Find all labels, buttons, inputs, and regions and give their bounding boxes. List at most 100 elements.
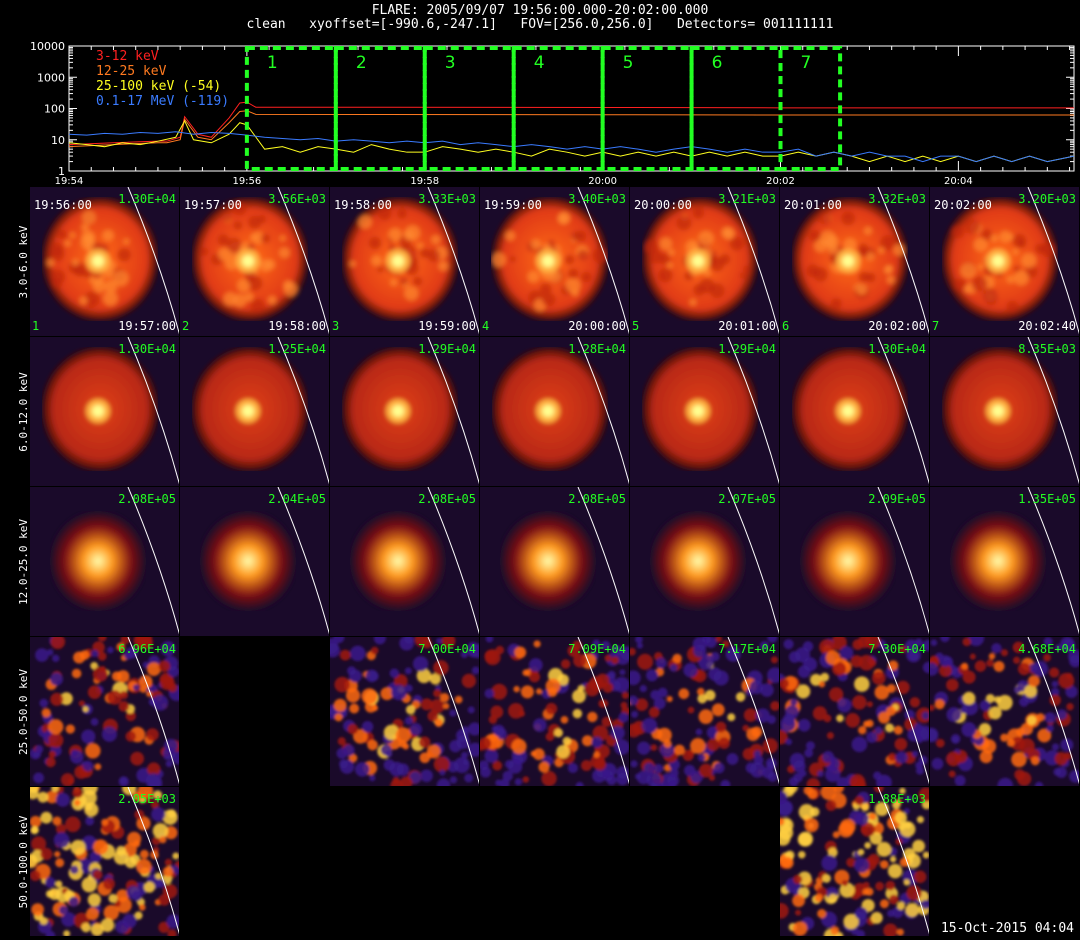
noise-blob xyxy=(535,688,543,695)
noise-blob xyxy=(146,728,159,741)
emission-blob xyxy=(404,286,419,301)
image-cell: 1.30E+04 xyxy=(780,337,929,486)
noise-blob xyxy=(532,718,547,732)
noise-blob xyxy=(836,714,844,723)
noise-blob xyxy=(138,904,146,911)
emission-blob xyxy=(863,226,873,235)
emission-source xyxy=(500,511,596,611)
noise-blob xyxy=(107,646,114,654)
noise-blob xyxy=(885,880,896,891)
noise-blob xyxy=(631,710,639,718)
noise-blob xyxy=(825,799,837,812)
noise-blob xyxy=(560,716,569,724)
image-max-value: 2.04E+05 xyxy=(268,492,326,506)
noise-blob xyxy=(946,707,962,723)
emission-blob xyxy=(960,262,977,279)
image-end-time: 20:00:00 xyxy=(568,319,626,333)
noise-blob xyxy=(799,769,807,777)
noise-blob xyxy=(420,769,433,783)
noise-blob xyxy=(903,879,910,886)
noise-blob xyxy=(669,768,679,778)
image-cell: 3.21E+03 20:00:00 20:01:00 5 xyxy=(630,187,779,336)
noise-blob xyxy=(854,795,864,806)
image-cell: 4.68E+04 xyxy=(930,637,1079,786)
noise-blob xyxy=(899,857,910,867)
interval-label: 7 xyxy=(801,53,812,73)
timestamp: 15-Oct-2015 04:04 xyxy=(940,921,1074,936)
emission-source xyxy=(800,511,896,611)
noise-blob xyxy=(69,865,79,875)
emission-blob xyxy=(1021,252,1037,269)
noise-blob xyxy=(522,776,530,783)
noise-blob xyxy=(718,737,730,749)
noise-blob xyxy=(828,894,838,904)
noise-blob xyxy=(746,727,760,742)
noise-blob xyxy=(795,909,802,916)
noise-blob xyxy=(870,911,883,924)
noise-blob xyxy=(749,762,766,778)
legend-entry-2: 25-100 keV (-54) xyxy=(96,79,222,94)
emission-blob xyxy=(1006,300,1019,313)
emission-blob xyxy=(657,267,673,283)
noise-blob xyxy=(643,762,655,774)
noise-blob xyxy=(54,851,61,858)
solar-image xyxy=(30,337,179,486)
emission-blob xyxy=(667,248,675,256)
emission-peak xyxy=(692,405,704,417)
noise-blob xyxy=(653,763,664,774)
noise-blob xyxy=(698,709,714,724)
noise-blob xyxy=(825,766,841,783)
emission-blob xyxy=(69,232,76,239)
emission-blob xyxy=(217,234,230,246)
image-cell: 6.96E+04 xyxy=(30,637,179,786)
noise-blob xyxy=(715,721,727,733)
emission-blob xyxy=(399,276,408,286)
noise-blob xyxy=(805,741,815,751)
noise-blob xyxy=(412,656,429,672)
image-max-value: 2.08E+05 xyxy=(568,492,626,506)
noise-blob xyxy=(159,675,175,691)
image-cell: 2.08E+05 xyxy=(330,487,479,636)
energy-band-label: 25.0-50.0 keV xyxy=(17,668,30,756)
noise-blob xyxy=(87,685,102,700)
image-cell: 2.04E+05 xyxy=(180,487,329,636)
noise-blob xyxy=(33,772,44,784)
energy-band-label: 50.0-100.0 keV xyxy=(17,815,30,909)
emission-blob xyxy=(1012,248,1019,255)
emission-peak xyxy=(242,255,254,267)
noise-blob xyxy=(960,706,968,714)
noise-blob xyxy=(905,903,920,918)
noise-blob xyxy=(621,691,629,699)
noise-blob xyxy=(146,662,161,677)
noise-blob xyxy=(119,776,127,785)
noise-blob xyxy=(70,839,86,856)
noise-blob xyxy=(866,731,878,743)
emission-peak xyxy=(542,405,554,417)
noise-blob xyxy=(935,738,945,748)
noise-blob xyxy=(396,763,410,776)
emission-blob xyxy=(542,292,556,307)
image-max-value: 7.00E+04 xyxy=(418,642,476,656)
image-cell: 2.05E+03 xyxy=(30,787,179,936)
noise-blob xyxy=(371,704,379,712)
x-tick-label: 20:00 xyxy=(588,176,617,187)
emission-blob xyxy=(376,265,384,273)
noise-blob xyxy=(115,919,129,934)
noise-blob xyxy=(490,705,504,719)
image-start-time: 20:00:00 xyxy=(634,198,692,212)
image-max-value: 1.30E+04 xyxy=(118,192,176,206)
noise-blob xyxy=(639,684,647,693)
series-line-2 xyxy=(68,119,1075,163)
noise-blob xyxy=(520,685,534,699)
noise-blob xyxy=(678,688,690,700)
emission-blob xyxy=(999,230,1012,243)
noise-blob xyxy=(1066,702,1074,711)
image-cell: 1.29E+04 xyxy=(330,337,479,486)
noise-blob xyxy=(48,888,61,900)
emission-peak xyxy=(392,405,404,417)
noise-blob xyxy=(896,901,906,910)
noise-blob xyxy=(533,640,541,648)
noise-blob xyxy=(1017,662,1031,676)
noise-blob xyxy=(59,905,69,915)
noise-blob xyxy=(606,775,617,786)
